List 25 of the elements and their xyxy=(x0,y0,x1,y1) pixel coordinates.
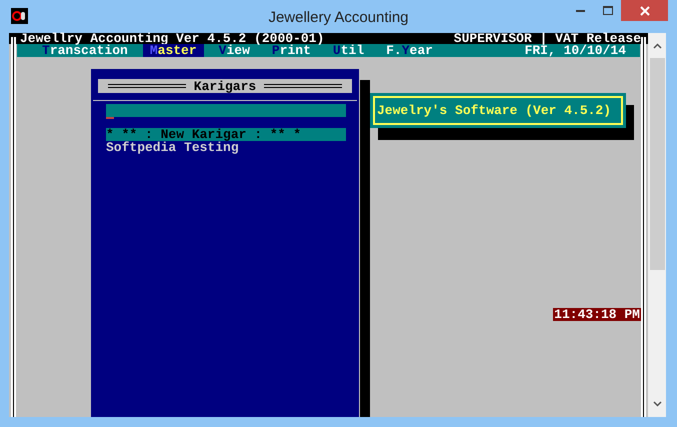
menu-item[interactable]: View xyxy=(212,44,257,57)
menu-item[interactable]: Print xyxy=(264,44,318,57)
scroll-up-icon xyxy=(652,43,662,49)
scrollbar[interactable] xyxy=(648,33,666,417)
header-title: Jewellry Accounting Ver 4.5.2 (2000-01) xyxy=(20,32,324,45)
app-icon xyxy=(11,8,28,24)
list-item[interactable]: Softpedia Testing xyxy=(106,141,346,154)
close-icon xyxy=(640,6,650,16)
list-item[interactable]: * ** : New Karigar : ** * xyxy=(106,128,346,141)
minimize-icon xyxy=(576,10,585,12)
menu-item[interactable]: Transcation xyxy=(35,44,135,57)
window-title: Jewellery Accounting xyxy=(268,8,409,28)
splash-text: Jewelry's Software (Ver 4.5.2) xyxy=(377,104,612,117)
header-user: SUPERVISOR | VAT Release xyxy=(454,32,641,45)
panel-title: Karigars xyxy=(194,80,256,92)
menu-item[interactable]: F.Year xyxy=(379,44,440,57)
menu-item[interactable]: Master xyxy=(142,44,204,57)
input-field[interactable] xyxy=(106,104,346,117)
scroll-down-icon xyxy=(652,401,662,407)
scrollbar-thumb[interactable] xyxy=(650,58,664,270)
clock-text: 11:43:18 PM xyxy=(553,308,641,321)
maximize-icon xyxy=(602,6,612,15)
close-button[interactable] xyxy=(621,0,668,21)
date-text: FRI, 10/10/14 xyxy=(524,44,626,57)
menu-item[interactable]: Util xyxy=(326,44,372,57)
